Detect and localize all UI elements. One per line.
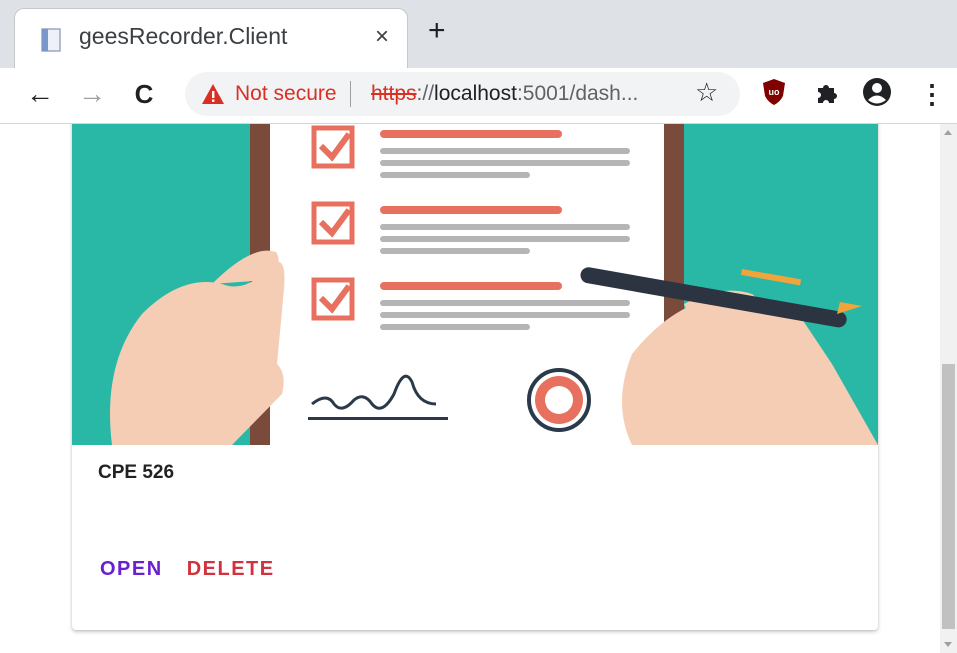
forward-button[interactable]: → [72, 74, 112, 114]
browser-menu-button[interactable]: ⋮ [912, 74, 952, 114]
bookmark-star-icon[interactable]: ☆ [695, 77, 718, 108]
open-button[interactable]: OPEN [92, 552, 171, 587]
security-status[interactable]: Not secure [235, 82, 337, 106]
checklist-illustration [72, 124, 878, 445]
page-icon [41, 28, 61, 52]
reload-button[interactable]: C [124, 74, 164, 114]
url-text[interactable]: https://localhost:5001/dash... [371, 82, 638, 106]
profile-avatar-icon[interactable] [862, 77, 892, 107]
back-button[interactable]: ← [20, 74, 60, 114]
recording-card: CPE 526 OPEN DELETE [72, 124, 878, 630]
vertical-scrollbar[interactable] [940, 124, 957, 653]
scroll-down-arrow-icon[interactable] [944, 642, 952, 647]
scroll-up-arrow-icon[interactable] [944, 130, 952, 135]
tab-strip: geesRecorder.Client × + [0, 0, 957, 76]
warning-icon [202, 84, 224, 104]
browser-toolbar: ← → C Not secure https://localhost:5001/… [0, 68, 957, 124]
scrollbar-thumb[interactable] [942, 364, 955, 629]
card-media-image [72, 124, 878, 445]
omnibox-divider [350, 81, 351, 107]
address-bar[interactable]: Not secure https://localhost:5001/dash..… [185, 72, 740, 116]
delete-button[interactable]: DELETE [179, 552, 283, 587]
new-tab-button[interactable]: + [428, 16, 446, 46]
url-separator: :// [416, 82, 435, 105]
url-host: localhost [434, 82, 517, 105]
card-actions: OPEN DELETE [92, 552, 283, 587]
browser-tab[interactable]: geesRecorder.Client × [14, 8, 408, 68]
svg-text:uo: uo [769, 87, 780, 97]
tab-title: geesRecorder.Client [79, 23, 288, 49]
page-content: CPE 526 OPEN DELETE [0, 124, 940, 653]
url-path: :5001/dash... [516, 82, 639, 105]
ublock-extension-icon[interactable]: uo [762, 78, 786, 106]
url-scheme: https [371, 82, 417, 105]
close-tab-icon[interactable]: × [375, 23, 389, 51]
extensions-puzzle-icon[interactable] [814, 80, 840, 106]
card-title: CPE 526 [98, 462, 175, 483]
